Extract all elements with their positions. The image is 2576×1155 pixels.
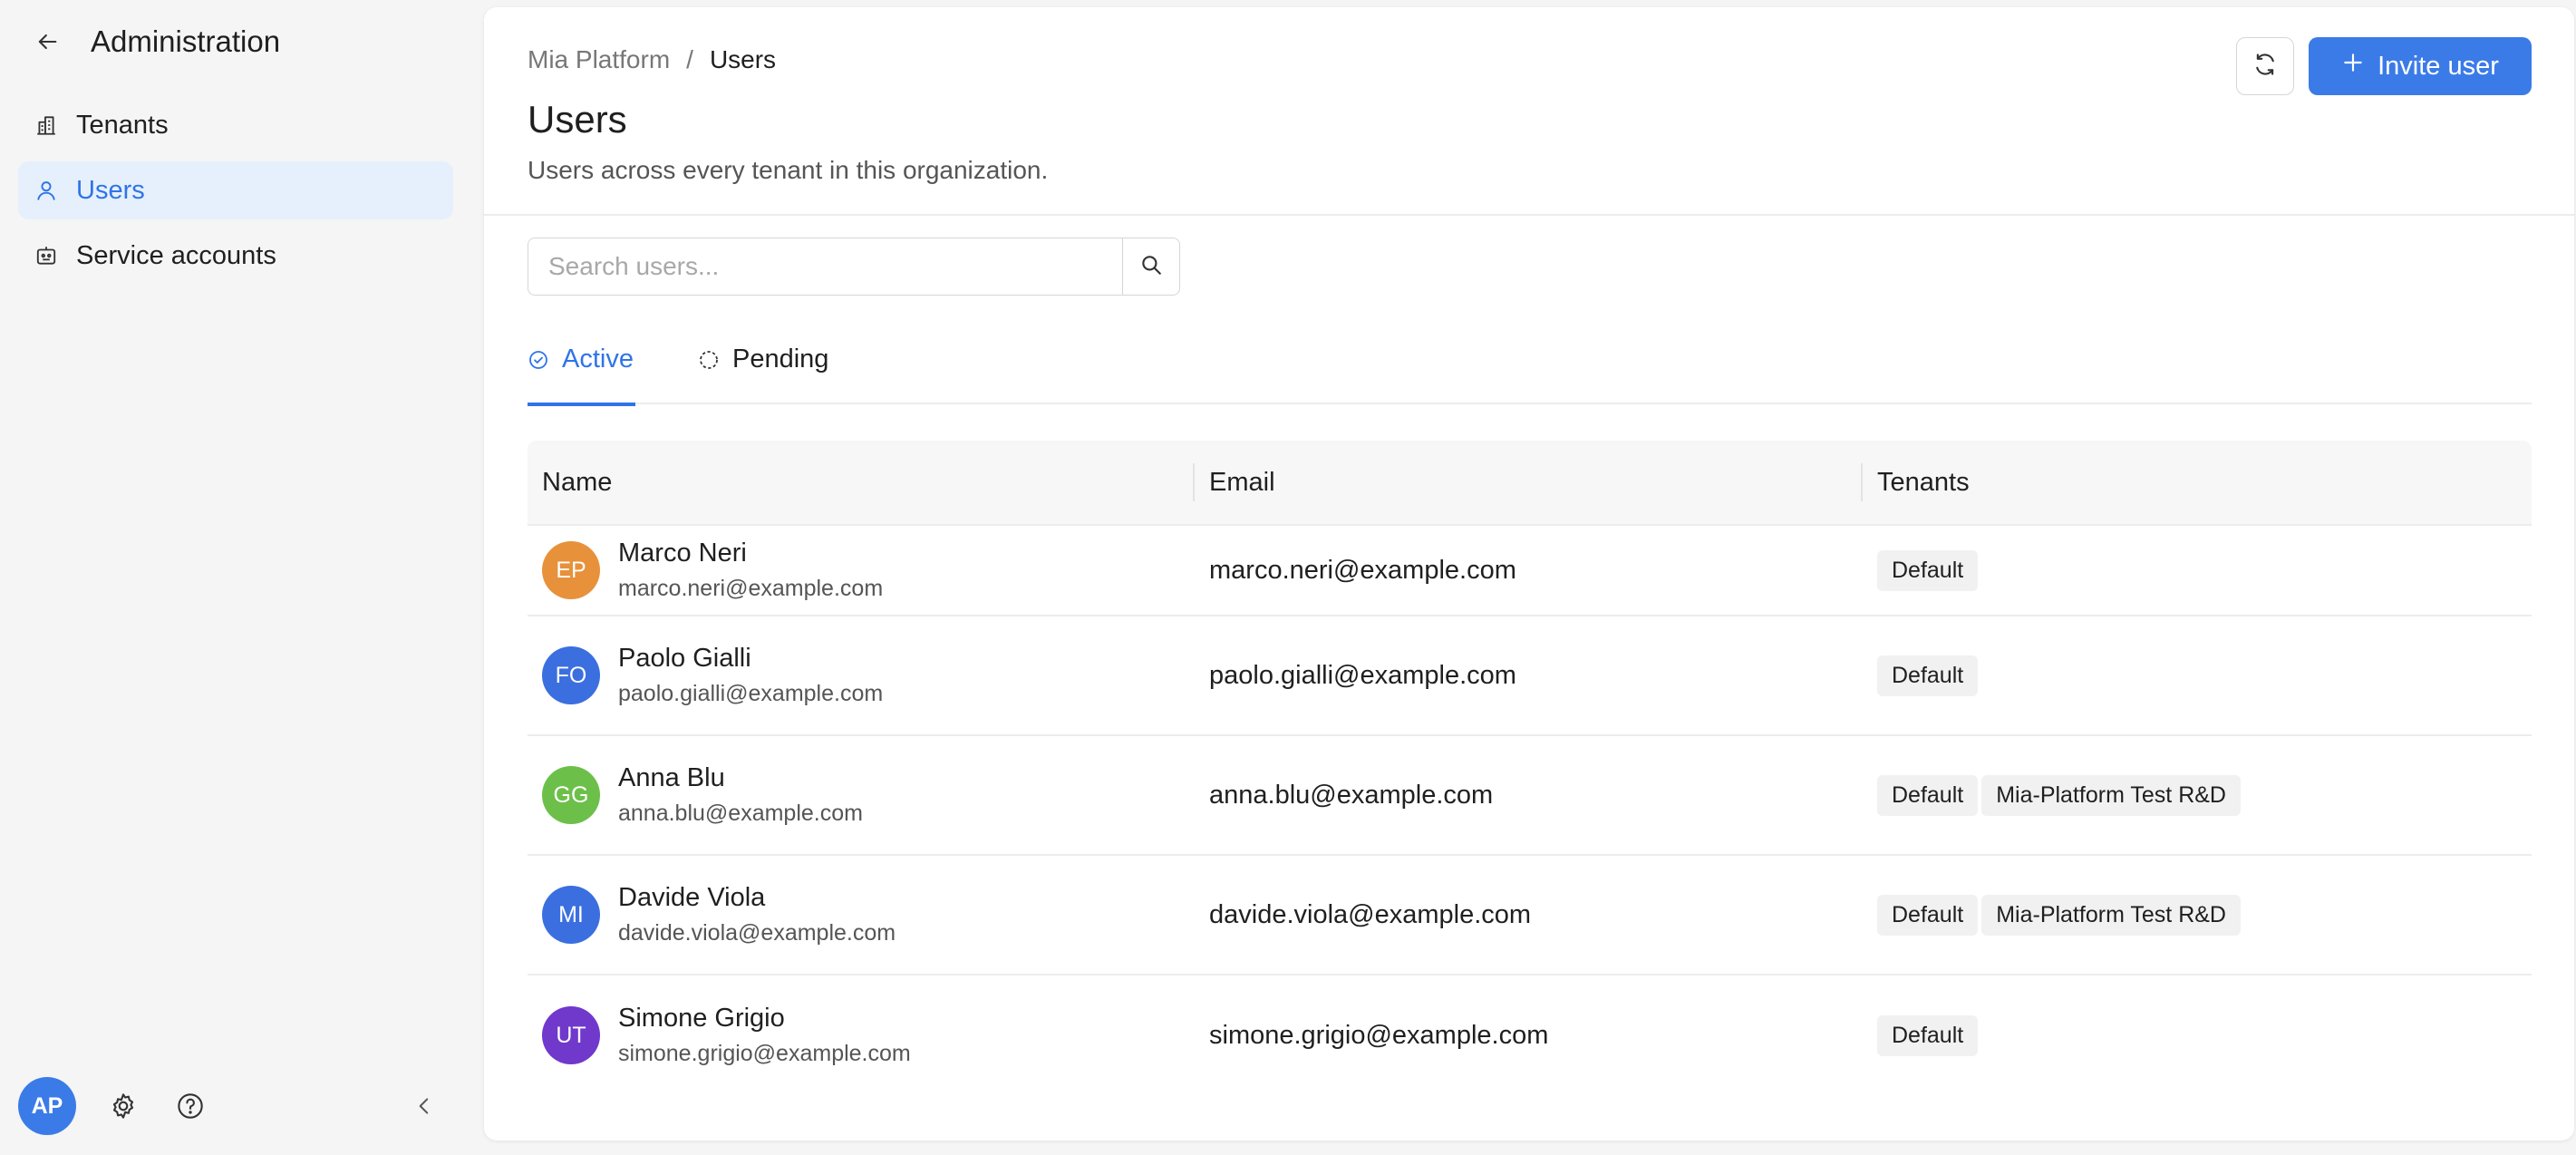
- tenant-tag: Mia-Platform Test R&D: [1981, 774, 2241, 816]
- sidebar-item-tenants[interactable]: Tenants: [18, 96, 453, 154]
- column-header-tenants[interactable]: Tenants: [1863, 440, 2532, 525]
- search-input[interactable]: [528, 238, 1122, 296]
- table-row[interactable]: GG Anna Blu anna.blu@example.com anna.bl…: [528, 736, 2532, 856]
- tenants-cell: Default Mia-Platform Test R&D: [1863, 856, 2532, 974]
- table-row[interactable]: MI Davide Viola davide.viola@example.com…: [528, 856, 2532, 975]
- chevron-left-icon[interactable]: [404, 1086, 444, 1126]
- avatar: MI: [542, 886, 600, 944]
- sidebar-header: Administration: [27, 18, 280, 65]
- tenants-cell: Default: [1863, 526, 2532, 615]
- table-row[interactable]: EP Marco Neri marco.neri@example.com mar…: [528, 526, 2532, 616]
- status-tabs: Active Pending: [528, 330, 2532, 406]
- email-cell: marco.neri@example.com: [1209, 555, 1516, 585]
- tenants-cell: Default Mia-Platform Test R&D: [1863, 736, 2532, 854]
- sidebar-item-label: Tenants: [76, 110, 169, 140]
- tenants-cell: Default: [1863, 616, 2532, 734]
- table-body: EP Marco Neri marco.neri@example.com mar…: [528, 526, 2532, 1095]
- user-name: Anna Blu: [618, 763, 725, 792]
- sidebar-nav: Tenants Users Service accounts: [18, 96, 453, 292]
- tenant-tag: Default: [1877, 894, 1979, 936]
- header-divider: [484, 214, 2574, 216]
- user-name: Marco Neri: [618, 539, 747, 568]
- user-name: Davide Viola: [618, 883, 766, 912]
- avatar: GG: [542, 766, 600, 824]
- search-bar: [528, 238, 1180, 296]
- avatar: EP: [542, 541, 600, 599]
- breadcrumb: Mia Platform / Users: [528, 45, 776, 74]
- sidebar-title: Administration: [91, 24, 281, 58]
- search-icon: [1139, 253, 1163, 281]
- tenant-tag: Default: [1877, 774, 1979, 816]
- name-cell: GG Anna Blu anna.blu@example.com: [528, 736, 1195, 854]
- email-cell: paolo.gialli@example.com: [1209, 660, 1516, 690]
- tenant-tag: Mia-Platform Test R&D: [1981, 894, 2241, 936]
- tab-pending[interactable]: Pending: [698, 330, 828, 404]
- robot-icon: [33, 242, 60, 269]
- tenant-tag: Default: [1877, 549, 1979, 591]
- help-icon[interactable]: [170, 1086, 210, 1126]
- tenants-cell: Default: [1863, 975, 2532, 1095]
- sidebar-item-service-accounts[interactable]: Service accounts: [18, 227, 453, 285]
- breadcrumb-current: Users: [709, 45, 777, 73]
- breadcrumb-separator: /: [686, 45, 693, 73]
- page-title: Users: [528, 98, 627, 141]
- name-cell: MI Davide Viola davide.viola@example.com: [528, 856, 1195, 974]
- sidebar-item-label: Users: [76, 175, 145, 205]
- column-header-name[interactable]: Name: [528, 440, 1195, 525]
- user-name: Simone Grigio: [618, 1004, 785, 1033]
- invite-user-button[interactable]: Invite user: [2309, 37, 2532, 95]
- avatar[interactable]: AP: [18, 1077, 76, 1135]
- user-subtitle: marco.neri@example.com: [618, 576, 884, 601]
- tab-active[interactable]: Active: [528, 330, 635, 406]
- user-name: Paolo Gialli: [618, 644, 751, 673]
- name-cell: FO Paolo Gialli paolo.gialli@example.com: [528, 616, 1195, 734]
- column-header-email[interactable]: Email: [1195, 440, 1863, 525]
- email-cell: simone.grigio@example.com: [1209, 1020, 1549, 1050]
- dashed-circle-icon: [698, 348, 720, 378]
- tenant-tag: Default: [1877, 1014, 1979, 1056]
- plus-icon: [2341, 51, 2365, 82]
- sidebar: Administration Tenants Users Service acc…: [0, 0, 480, 1155]
- back-arrow-icon[interactable]: [27, 22, 67, 62]
- refresh-icon: [2252, 51, 2279, 82]
- main-panel: Mia Platform / Users Users Users across …: [484, 7, 2574, 1140]
- name-cell: EP Marco Neri marco.neri@example.com: [528, 526, 1195, 615]
- refresh-button[interactable]: [2236, 37, 2294, 95]
- sidebar-item-label: Service accounts: [76, 240, 276, 270]
- breadcrumb-root[interactable]: Mia Platform: [528, 45, 670, 74]
- user-subtitle: paolo.gialli@example.com: [618, 681, 884, 706]
- sidebar-item-users[interactable]: Users: [18, 161, 453, 219]
- sidebar-footer: AP: [18, 1077, 453, 1135]
- invite-user-label: Invite user: [2377, 51, 2499, 81]
- user-icon: [33, 177, 60, 204]
- tenant-tag: Default: [1877, 655, 1979, 696]
- users-table: Name Email Tenants EP Marco Neri marco.n…: [528, 441, 2532, 1095]
- search-button[interactable]: [1122, 238, 1180, 296]
- gear-icon[interactable]: [103, 1086, 143, 1126]
- table-row[interactable]: FO Paolo Gialli paolo.gialli@example.com…: [528, 616, 2532, 736]
- user-subtitle: davide.viola@example.com: [618, 920, 896, 946]
- name-cell: UT Simone Grigio simone.grigio@example.c…: [528, 975, 1195, 1095]
- tab-label: Pending: [732, 345, 829, 374]
- building-icon: [33, 112, 60, 139]
- table-row[interactable]: UT Simone Grigio simone.grigio@example.c…: [528, 975, 2532, 1095]
- tab-label: Active: [562, 345, 634, 374]
- check-circle-icon: [528, 348, 549, 378]
- page-subtitle: Users across every tenant in this organi…: [528, 156, 1049, 184]
- avatar: UT: [542, 1006, 600, 1064]
- email-cell: davide.viola@example.com: [1209, 899, 1532, 929]
- user-subtitle: anna.blu@example.com: [618, 801, 863, 826]
- user-subtitle: simone.grigio@example.com: [618, 1041, 911, 1066]
- avatar: FO: [542, 646, 600, 704]
- table-header: Name Email Tenants: [528, 441, 2532, 526]
- email-cell: anna.blu@example.com: [1209, 780, 1494, 810]
